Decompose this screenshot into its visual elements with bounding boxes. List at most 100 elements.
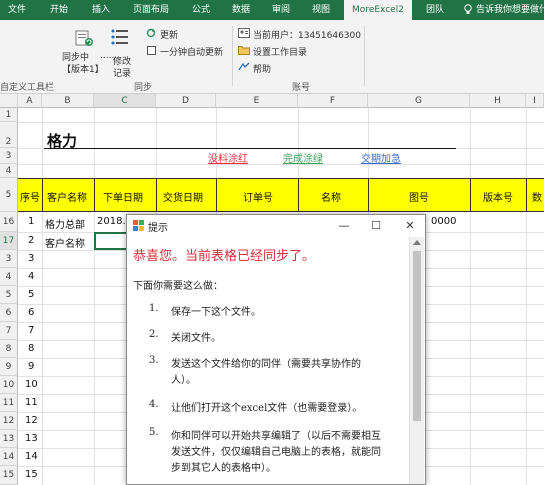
step-number: 1. bbox=[149, 303, 159, 314]
header-order-date[interactable]: 下单日期 bbox=[100, 189, 143, 204]
legend-red: 没料涂红 bbox=[208, 154, 248, 165]
header-delivery-date[interactable]: 交货日期 bbox=[160, 189, 203, 204]
legend-green: 完成涂绿 bbox=[283, 154, 323, 165]
row-header[interactable]: 11 bbox=[0, 394, 18, 412]
row-header[interactable]: 16 bbox=[0, 212, 18, 232]
cell-seq[interactable]: 3 bbox=[25, 253, 34, 264]
auto-update-checkbox[interactable] bbox=[147, 46, 156, 55]
step-text: 发送文件，仅仅编辑自己电脑上的表格，就能同 bbox=[171, 447, 381, 458]
dialog-scrollbar[interactable] bbox=[409, 237, 424, 484]
cell-seq[interactable]: 9 bbox=[25, 361, 34, 372]
tab-team[interactable]: 团队 bbox=[418, 0, 452, 20]
row-header[interactable]: 17 bbox=[0, 232, 18, 250]
header-version[interactable]: 版本号 bbox=[480, 189, 513, 204]
dialog-body: 恭喜您。当前表格已经同步了。 下面你需要这么做： 1. 保存一下这个文件。 2.… bbox=[127, 237, 425, 484]
tab-moreexcel2[interactable]: MoreExcel2 bbox=[344, 0, 412, 20]
cell-seq[interactable]: 1 bbox=[25, 216, 34, 227]
row-header[interactable]: 7 bbox=[0, 322, 18, 340]
tab-formulas[interactable]: 公式 bbox=[184, 0, 218, 20]
cell-seq[interactable]: 8 bbox=[25, 343, 34, 354]
row-header[interactable]: 13 bbox=[0, 430, 18, 448]
header-drawing-no[interactable]: 图号 bbox=[406, 189, 429, 204]
header-divider bbox=[94, 178, 95, 212]
col-header-d[interactable]: D bbox=[156, 94, 216, 108]
set-workdir-button[interactable]: 设置工作目录 bbox=[253, 45, 307, 58]
cell-customer[interactable]: 客户名称 bbox=[42, 235, 94, 250]
header-qty[interactable]: 数 bbox=[529, 189, 544, 204]
col-header-g[interactable]: G bbox=[368, 94, 470, 108]
row-header[interactable]: 6 bbox=[0, 304, 18, 322]
cell-seq[interactable]: 11 bbox=[22, 397, 38, 408]
row-header[interactable]: 12 bbox=[0, 412, 18, 430]
row-header[interactable]: 3 bbox=[0, 148, 18, 164]
row-header[interactable]: 8 bbox=[0, 340, 18, 358]
cell-order-date[interactable]: 2018. bbox=[94, 216, 128, 227]
row-header[interactable]: 4 bbox=[0, 268, 18, 286]
step-text: 让他们打开这个excel文件（也需要登录）。 bbox=[171, 403, 363, 414]
row-header[interactable]: 4 bbox=[0, 164, 18, 178]
header-divider bbox=[42, 178, 43, 212]
col-header-c[interactable]: C bbox=[94, 94, 156, 108]
minimize-button[interactable]: — bbox=[333, 217, 355, 235]
modify-record-line2[interactable]: 记录 bbox=[113, 66, 131, 79]
refresh-icon bbox=[146, 28, 156, 41]
header-name[interactable]: 名称 bbox=[318, 189, 341, 204]
col-header-i[interactable]: I bbox=[526, 94, 544, 108]
help-button[interactable]: 帮助 bbox=[253, 62, 271, 75]
scroll-thumb[interactable] bbox=[413, 251, 421, 421]
tab-home[interactable]: 开始 bbox=[42, 0, 76, 20]
col-header-h[interactable]: H bbox=[470, 94, 526, 108]
cell-seq[interactable]: 2 bbox=[25, 235, 34, 246]
cell-seq[interactable]: 5 bbox=[25, 289, 34, 300]
tab-page-layout[interactable]: 页面布局 bbox=[126, 0, 176, 20]
cell-seq[interactable]: 4 bbox=[25, 271, 34, 282]
cell-seq[interactable]: 10 bbox=[22, 379, 38, 390]
row-header[interactable]: 15 bbox=[0, 466, 18, 485]
close-button[interactable]: ✕ bbox=[399, 217, 421, 235]
header-order-no[interactable]: 订单号 bbox=[240, 189, 273, 204]
step-text: 你和同伴可以开始共享编辑了（以后不需要相互 bbox=[171, 431, 381, 442]
gridline bbox=[18, 122, 544, 123]
intro-text: 下面你需要这么做： bbox=[133, 281, 223, 292]
cell-drawing-no[interactable]: 0000 bbox=[428, 216, 456, 227]
tell-me-search[interactable]: 告诉我你想要做什么 bbox=[476, 0, 544, 20]
list-icon[interactable] bbox=[110, 28, 130, 49]
row-header[interactable]: 5 bbox=[0, 178, 18, 212]
tab-view[interactable]: 视图 bbox=[304, 0, 338, 20]
row-header[interactable]: 2 bbox=[0, 122, 18, 148]
row-header[interactable]: 5 bbox=[0, 286, 18, 304]
row-header[interactable]: 1 bbox=[0, 108, 18, 122]
dialog-title-bar[interactable]: 提示 — ☐ ✕ bbox=[127, 215, 425, 237]
select-all-corner[interactable] bbox=[0, 94, 18, 108]
maximize-button[interactable]: ☐ bbox=[365, 217, 387, 235]
row-header[interactable]: 3 bbox=[0, 250, 18, 268]
row-header[interactable]: 14 bbox=[0, 448, 18, 466]
cell-seq[interactable]: 7 bbox=[25, 325, 34, 336]
tab-data[interactable]: 数据 bbox=[224, 0, 258, 20]
row-header[interactable]: 10 bbox=[0, 376, 18, 394]
scroll-up-arrow[interactable] bbox=[413, 240, 421, 245]
cell-seq[interactable]: 14 bbox=[22, 451, 38, 462]
update-button[interactable]: 更新 bbox=[160, 28, 178, 41]
tab-review[interactable]: 审阅 bbox=[264, 0, 298, 20]
cell-seq[interactable]: 15 bbox=[22, 469, 38, 480]
header-divider bbox=[368, 178, 369, 212]
col-header-e[interactable]: E bbox=[216, 94, 298, 108]
step-text: 关闭文件。 bbox=[171, 333, 221, 344]
step-number: 3. bbox=[149, 355, 159, 366]
cell-seq[interactable]: 12 bbox=[22, 415, 38, 426]
header-seq[interactable]: 序号 bbox=[17, 189, 40, 204]
cell-seq[interactable]: 6 bbox=[25, 307, 34, 318]
sync-prompt-dialog: 提示 — ☐ ✕ 恭喜您。当前表格已经同步了。 下面你需要这么做： 1. 保存一… bbox=[126, 214, 426, 485]
tab-file[interactable]: 文件 bbox=[0, 0, 34, 20]
header-customer[interactable]: 客户名称 bbox=[44, 189, 87, 204]
user-icon bbox=[238, 28, 250, 41]
tab-insert[interactable]: 插入 bbox=[84, 0, 118, 20]
col-header-a[interactable]: A bbox=[18, 94, 42, 108]
col-header-b[interactable]: B bbox=[42, 94, 94, 108]
row-header[interactable]: 9 bbox=[0, 358, 18, 376]
col-header-f[interactable]: F bbox=[298, 94, 368, 108]
cell-customer[interactable]: 格力总部 bbox=[42, 216, 94, 231]
sync-version-label[interactable]: 【版本1】 bbox=[62, 62, 104, 75]
cell-seq[interactable]: 13 bbox=[22, 433, 38, 444]
